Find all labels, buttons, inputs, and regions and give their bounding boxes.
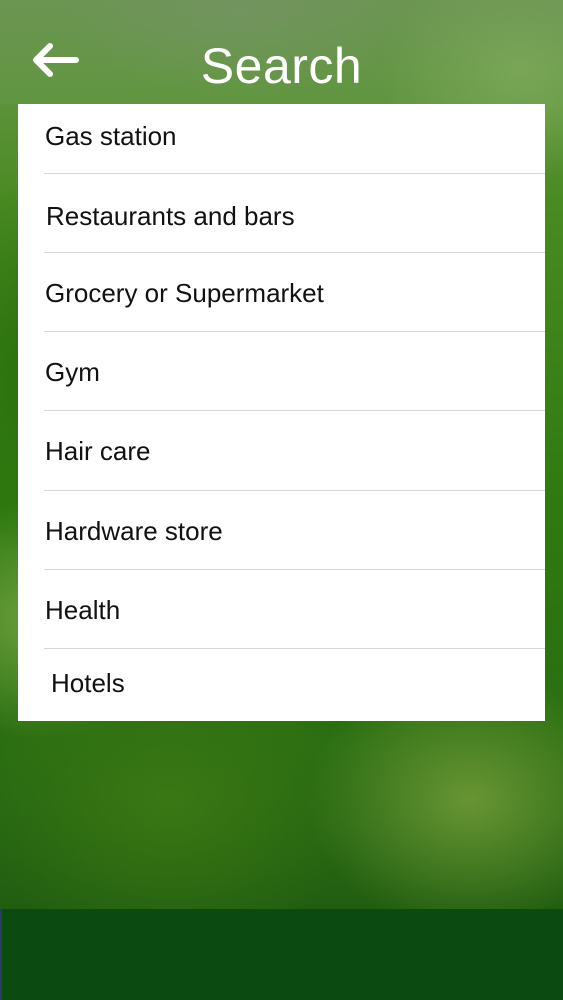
page-title: Search	[200, 38, 363, 94]
list-item-label: Health	[45, 595, 121, 625]
list-item-label: Hardware store	[45, 516, 223, 546]
list-item-hardware-store[interactable]: Hardware store	[18, 491, 545, 569]
list-item-gas-station[interactable]: Gas station	[18, 104, 545, 173]
list-item-label: Hair care	[45, 436, 151, 466]
header-bar: Search	[0, 0, 563, 104]
bottom-bar	[2, 909, 563, 1000]
category-list: Gas station Restaurants and bars Grocery…	[18, 104, 545, 721]
list-item-hair-care[interactable]: Hair care	[18, 411, 545, 490]
list-item-label: Restaurants and bars	[46, 201, 295, 231]
list-item-grocery-or-supermarket[interactable]: Grocery or Supermarket	[18, 253, 545, 331]
list-item-label: Grocery or Supermarket	[45, 278, 324, 308]
list-item-health[interactable]: Health	[18, 570, 545, 648]
list-item-label: Gas station	[45, 121, 177, 151]
list-item-gym[interactable]: Gym	[18, 332, 545, 410]
list-item-restaurants-and-bars[interactable]: Restaurants and bars	[18, 174, 545, 252]
list-item-label: Hotels	[51, 668, 125, 698]
list-item-hotels[interactable]: Hotels	[18, 649, 545, 721]
list-item-label: Gym	[45, 357, 100, 387]
